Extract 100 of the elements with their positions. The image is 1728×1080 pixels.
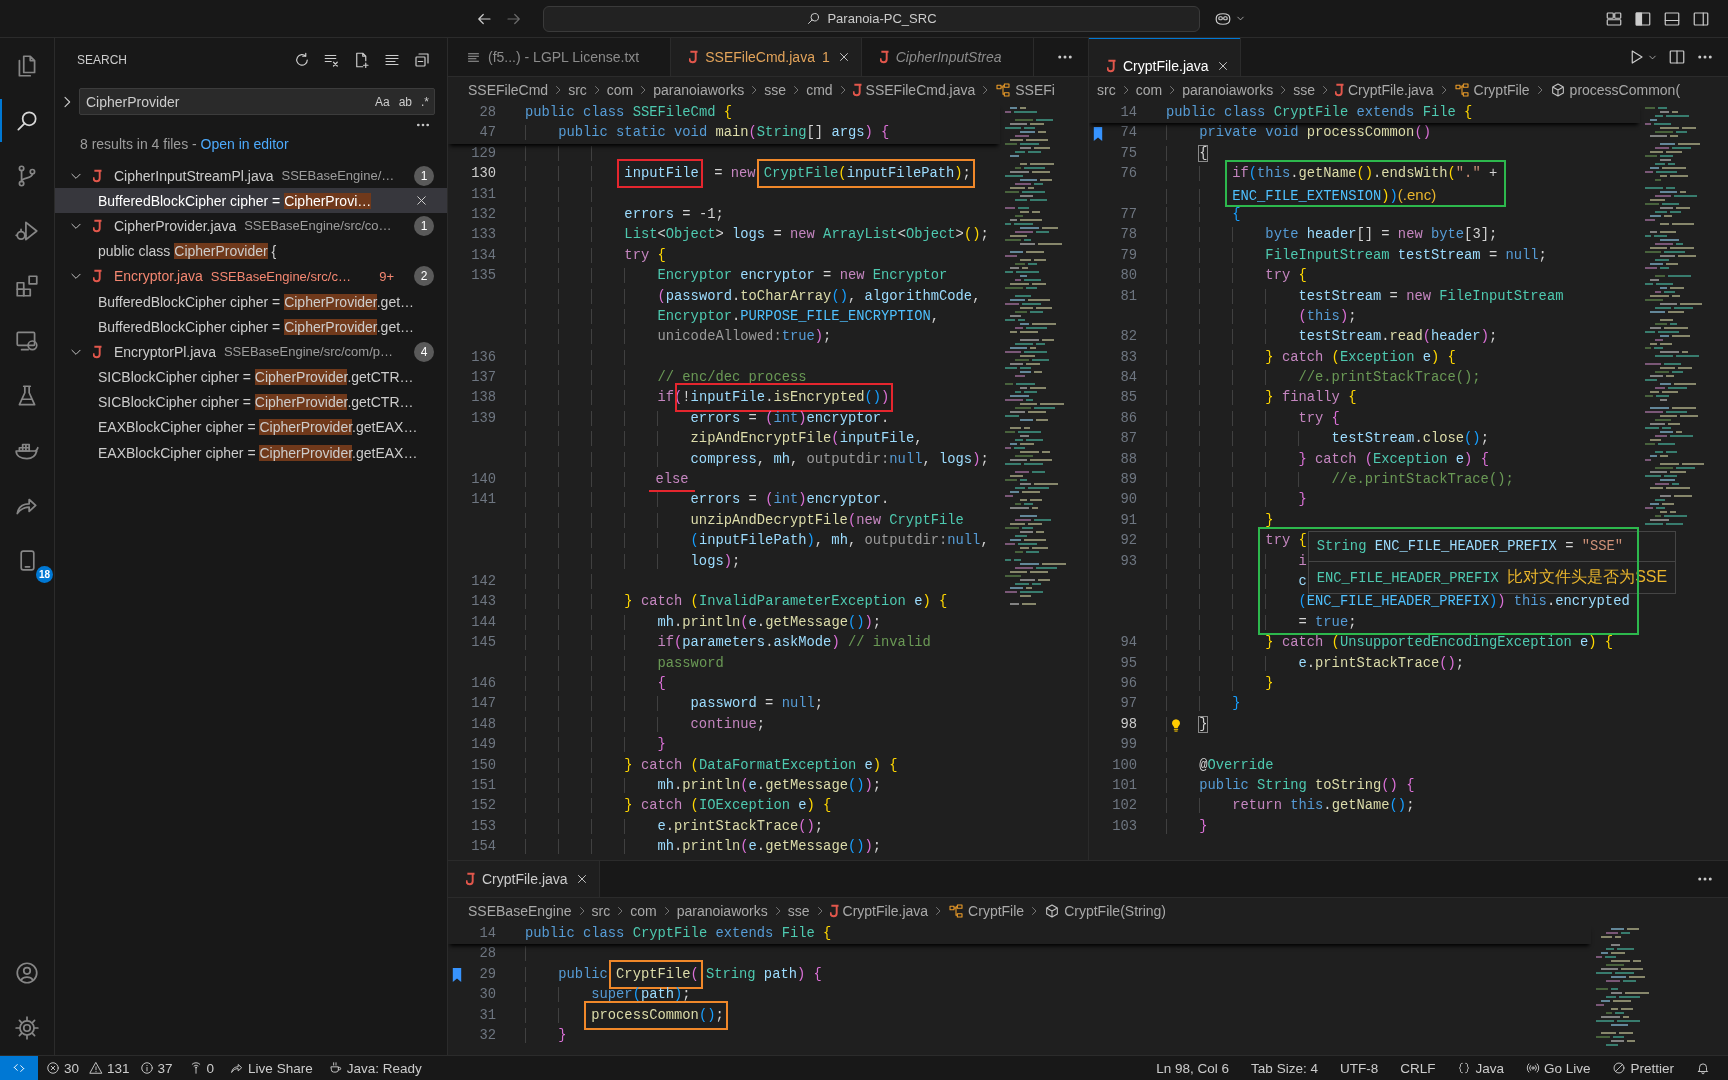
line-number: 143 [471,594,496,610]
breadcrumb-item[interactable]: SSEFi [1015,82,1055,98]
code-text: e.printStackTrace(); [657,818,824,834]
search-result[interactable]: BufferedBlockCipher cipher = CipherProvider.get… [55,288,447,315]
breadcrumb-item[interactable]: cmd [806,82,833,98]
minimap[interactable] [1003,107,1067,607]
editor-tab[interactable]: CipherInputStrea [861,38,1034,76]
line-number: 92 [1120,533,1137,549]
collapse-all-icon[interactable] [413,51,431,69]
phone-icon[interactable] [19,550,35,571]
line-number: 87 [1120,431,1137,447]
code-text: public static void main(String[] args) { [558,125,890,141]
file-name[interactable]: CipherInputStreamPl.java [114,167,274,184]
bell-icon[interactable] [1696,1061,1710,1075]
editor-tab[interactable]: SSEFileCmd.java 1 [671,38,862,76]
search-result[interactable]: SICBlockCipher cipher = CipherProvider.getCTR… [55,364,447,390]
breadcrumb-item[interactable]: CryptFile.java [842,903,929,919]
sidebar-right-icon[interactable] [1692,9,1710,28]
file-plus-icon[interactable] [353,51,371,69]
account-icon[interactable] [14,959,40,986]
refresh-icon[interactable] [293,51,311,69]
line-number: 95 [1120,655,1137,671]
breadcrumb-item[interactable]: SSEBaseEngine [468,903,572,919]
breadcrumb-item[interactable]: src [568,82,587,98]
line-number: 29 [479,966,496,982]
status-item[interactable]: CRLF [1392,1060,1444,1076]
breadcrumb-item[interactable]: sse [1293,82,1315,98]
lightbulb-icon[interactable] [1169,717,1183,732]
code-text: private void processCommon() [1199,125,1431,141]
code-text: FileInputStream testStream = null; [1265,247,1547,263]
line-number: 28 [479,946,496,962]
breadcrumb-item[interactable]: SSEFileCmd.java [865,82,976,98]
search-result[interactable]: EAXBlockCipher cipher = CipherProvider.getEAX… [55,414,447,441]
breadcrumb-item[interactable]: src [1097,82,1116,98]
breadcrumb-item[interactable]: com [630,903,657,919]
file-name[interactable]: EncryptorPl.java [114,343,216,360]
java-icon [879,50,889,64]
code-text: } finally { [1265,390,1357,406]
regex-toggle[interactable]: .* [420,94,430,109]
java-status[interactable]: Java: Ready [320,1060,430,1076]
code-text: } [1265,512,1274,528]
code-text: logs); [690,553,741,569]
panel-bottom-icon[interactable] [1663,9,1681,28]
status-item[interactable]: Tab Size: 4 [1243,1060,1326,1076]
match-case-toggle[interactable]: Aa [373,94,391,109]
ports-status[interactable]: 0 [180,1060,223,1076]
go-live-button[interactable]: Go Live [1517,1060,1599,1076]
search-result[interactable]: SICBlockCipher cipher = CipherProvider.getCTR… [55,389,447,415]
split-editor-icon[interactable] [1668,48,1686,66]
breadcrumb-item[interactable]: processCommon( [1569,82,1681,98]
breadcrumb-item[interactable]: CryptFile.java [1348,82,1434,98]
open-in-editor-link[interactable]: Open in editor [200,136,289,152]
breadcrumb-item[interactable]: sse [787,903,810,919]
breadcrumb-item[interactable]: com [606,82,634,98]
breadcrumb-item[interactable]: com [1135,82,1163,98]
breadcrumb-item[interactable]: CryptFile [968,903,1025,919]
line-number: 101 [1112,777,1137,793]
command-center[interactable]: Paranoia-PC_SRC [543,5,1200,32]
line-number: 86 [1120,410,1137,426]
search-result[interactable]: BufferedBlockCipher cipher = CipherProvider.get… [55,314,447,340]
line-number: 129 [471,145,496,161]
editor-tab[interactable]: CryptFile.java [1089,38,1241,76]
line-number: 97 [1120,696,1137,712]
status-item[interactable]: UTF-8 [1331,1060,1387,1076]
blocks-icon[interactable] [14,272,40,299]
code-text: } catch (InvalidParameterException e) { [624,594,948,610]
java-icon [689,50,699,64]
code-text: c [1298,574,1307,589]
search-result[interactable]: public class CipherProvider { [55,238,447,264]
language-status[interactable]: Java [1449,1060,1512,1076]
code-text: = new [713,166,757,182]
breadcrumb-item[interactable]: CryptFile [1473,82,1530,98]
breadcrumb-item[interactable]: src [591,903,611,919]
java-icon [829,904,839,918]
whole-word-toggle[interactable]: ab [397,94,413,109]
layout-icon[interactable] [1605,9,1623,28]
line-number: 142 [471,574,496,589]
sidebar-left-icon[interactable] [1634,9,1652,28]
formatter-status[interactable]: Prettier [1604,1060,1682,1076]
breadcrumb-item[interactable]: sse [764,82,787,98]
code-text: unicodeAllowed:true); [657,329,832,345]
settings-icon[interactable] [14,1014,40,1041]
breadcrumb-item[interactable]: CryptFile(String) [1064,903,1167,919]
line-number: 89 [1120,472,1137,488]
problems-status[interactable]: 30 131 37 [38,1060,181,1076]
minimap[interactable] [1643,107,1707,527]
breadcrumb-item[interactable]: paranoiaworks [653,82,745,98]
status-item[interactable]: Ln 98, Col 6 [1148,1060,1238,1076]
code-text: return this.getName(); [1232,798,1415,814]
file-name[interactable]: Encryptor.java [114,268,203,285]
search-field[interactable]: CipherProvider Aa ab .* [79,88,435,115]
search-result[interactable]: EAXBlockCipher cipher = CipherProvider.getEAX… [55,440,447,466]
line-number: 75 [1120,145,1137,161]
live-share-button[interactable]: Live Share [222,1060,321,1076]
breadcrumb-item[interactable]: paranoiaworks [676,903,768,919]
editor-tab[interactable]: CryptFile.java [448,861,600,897]
search-result[interactable]: BufferedBlockCipher cipher = CipherProvi… [55,188,447,214]
file-name[interactable]: CipherProvider.java [114,217,237,234]
breadcrumb-item[interactable]: SSEFileCmd [468,82,549,98]
breadcrumb-item[interactable]: paranoiaworks [1182,82,1274,98]
